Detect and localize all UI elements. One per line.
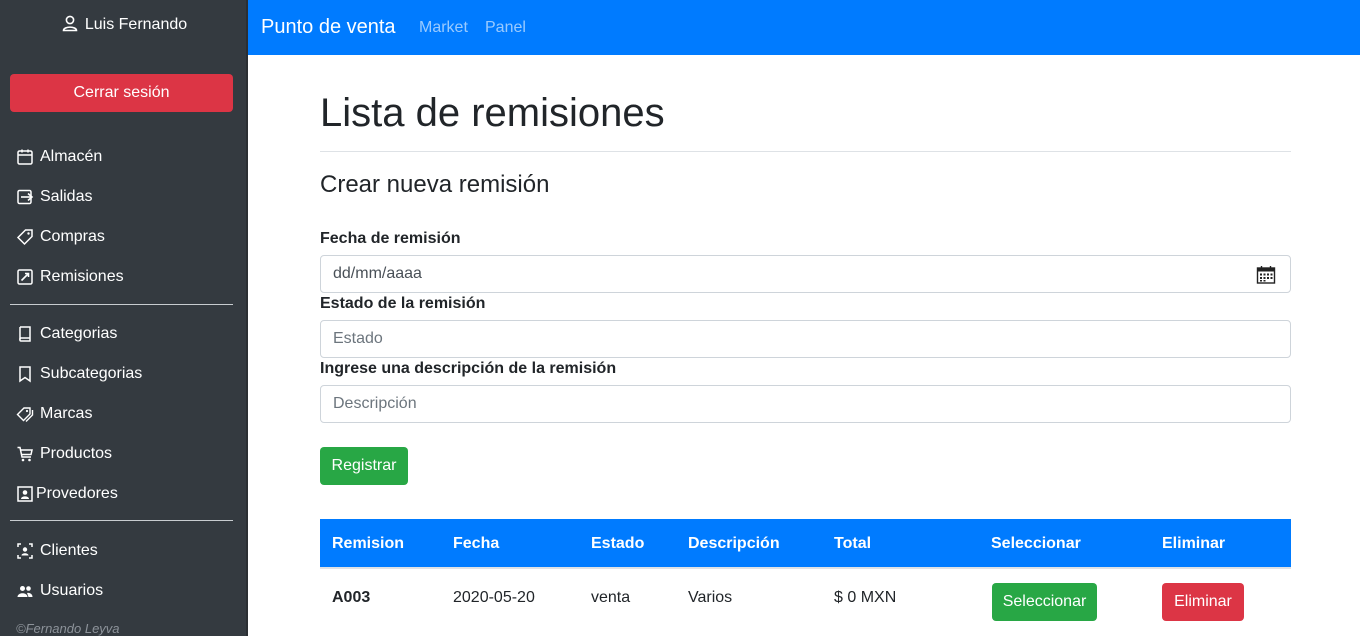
column-header: Estado	[591, 535, 645, 552]
form-title: Crear nueva remisión	[320, 171, 550, 198]
nav-link-market[interactable]: Market	[419, 19, 468, 37]
sidebar-item-label: Subcategorias	[40, 365, 143, 382]
description-placeholder: Descripción	[333, 395, 417, 412]
cell-fecha: 2020-05-20	[453, 589, 535, 606]
person-icon	[61, 14, 79, 37]
page-title: Lista de remisiones	[320, 91, 665, 135]
sidebar-item-label: Marcas	[40, 405, 93, 422]
person-bounding-icon	[16, 542, 34, 560]
book-icon	[16, 325, 34, 343]
check-square-icon	[16, 268, 34, 286]
tag-icon	[16, 228, 34, 246]
bookmark-icon	[16, 365, 34, 383]
calendar-icon[interactable]	[1256, 265, 1276, 290]
exit-icon	[16, 188, 34, 206]
date-placeholder: dd/mm/aaaa	[333, 265, 422, 282]
table-header: Remision Fecha Estado Descripción Total …	[320, 519, 1291, 567]
sidebar-item-salidas[interactable]: Salidas	[16, 185, 92, 209]
description-label: Ingrese una descripción de la remisión	[320, 360, 617, 377]
sidebar-item-almacen[interactable]: Almacén	[16, 145, 102, 169]
sidebar-item-label: Productos	[40, 445, 113, 462]
sidebar-item-marcas[interactable]: Marcas	[16, 402, 92, 426]
sidebar-item-label: Provedores	[36, 485, 118, 502]
register-button[interactable]: Registrar	[320, 447, 408, 485]
cell-remision: A003	[332, 589, 371, 606]
sidebar-item-label: Clientes	[40, 542, 98, 559]
date-label: Fecha de remisión	[320, 230, 461, 247]
select-button[interactable]: Seleccionar	[992, 583, 1097, 621]
title-divider	[320, 151, 1291, 152]
sidebar-item-subcategorias[interactable]: Subcategorias	[16, 362, 142, 386]
people-icon	[16, 582, 34, 600]
sidebar-item-usuarios[interactable]: Usuarios	[16, 579, 103, 603]
sidebar-item-productos[interactable]: Productos	[16, 442, 112, 466]
navbar-brand[interactable]: Punto de venta	[261, 16, 396, 39]
status-label: Estado de la remisión	[320, 295, 486, 312]
sidebar-item-label: Salidas	[40, 188, 93, 205]
sidebar-item-clientes[interactable]: Clientes	[16, 539, 98, 563]
cell-total: $ 0 MXN	[834, 589, 897, 606]
sidebar-item-label: Almacén	[40, 148, 103, 165]
cell-estado: venta	[591, 589, 631, 606]
user-name: Luis Fernando	[84, 16, 188, 33]
sidebar-item-label: Categorias	[40, 325, 118, 342]
sidebar-divider	[10, 304, 233, 305]
sidebar-item-provedores[interactable]: Provedores	[16, 482, 118, 506]
sidebar-item-label: Usuarios	[40, 582, 104, 599]
person-box-icon	[16, 485, 34, 503]
column-header: Eliminar	[1162, 535, 1226, 552]
table-row: A003 2020-05-20 venta Varios $ 0 MXN Sel…	[320, 567, 1291, 627]
sidebar-item-remisiones[interactable]: Remisiones	[16, 265, 124, 289]
top-navbar: Punto de venta Market Panel	[248, 0, 1360, 55]
sidebar-item-compras[interactable]: Compras	[16, 225, 105, 249]
footer-credit: ©Fernando Leyva	[16, 621, 120, 636]
column-header: Fecha	[453, 535, 500, 552]
sidebar-item-label: Compras	[40, 228, 105, 245]
sidebar-divider	[10, 520, 233, 521]
sidebar-item-categorias[interactable]: Categorias	[16, 322, 117, 346]
column-header: Descripción	[688, 535, 780, 552]
status-placeholder: Estado	[333, 330, 383, 347]
description-input[interactable]: Descripción	[320, 385, 1291, 423]
delete-button[interactable]: Eliminar	[1162, 583, 1244, 621]
user-info: Luis Fernando	[0, 14, 248, 37]
column-header: Total	[834, 535, 872, 552]
cell-descripcion: Varios	[688, 589, 733, 606]
sidebar: Luis Fernando Cerrar sesión Almacén Sali…	[0, 0, 248, 636]
calendar-box-icon	[16, 148, 34, 166]
status-input[interactable]: Estado	[320, 320, 1291, 358]
cart-icon	[16, 445, 34, 463]
column-header: Seleccionar	[991, 535, 1081, 552]
nav-link-panel[interactable]: Panel	[485, 19, 526, 37]
date-input[interactable]: dd/mm/aaaa	[320, 255, 1291, 293]
logout-button[interactable]: Cerrar sesión	[10, 74, 233, 112]
tags-icon	[16, 405, 34, 423]
sidebar-item-label: Remisiones	[40, 268, 124, 285]
column-header: Remision	[332, 535, 405, 552]
